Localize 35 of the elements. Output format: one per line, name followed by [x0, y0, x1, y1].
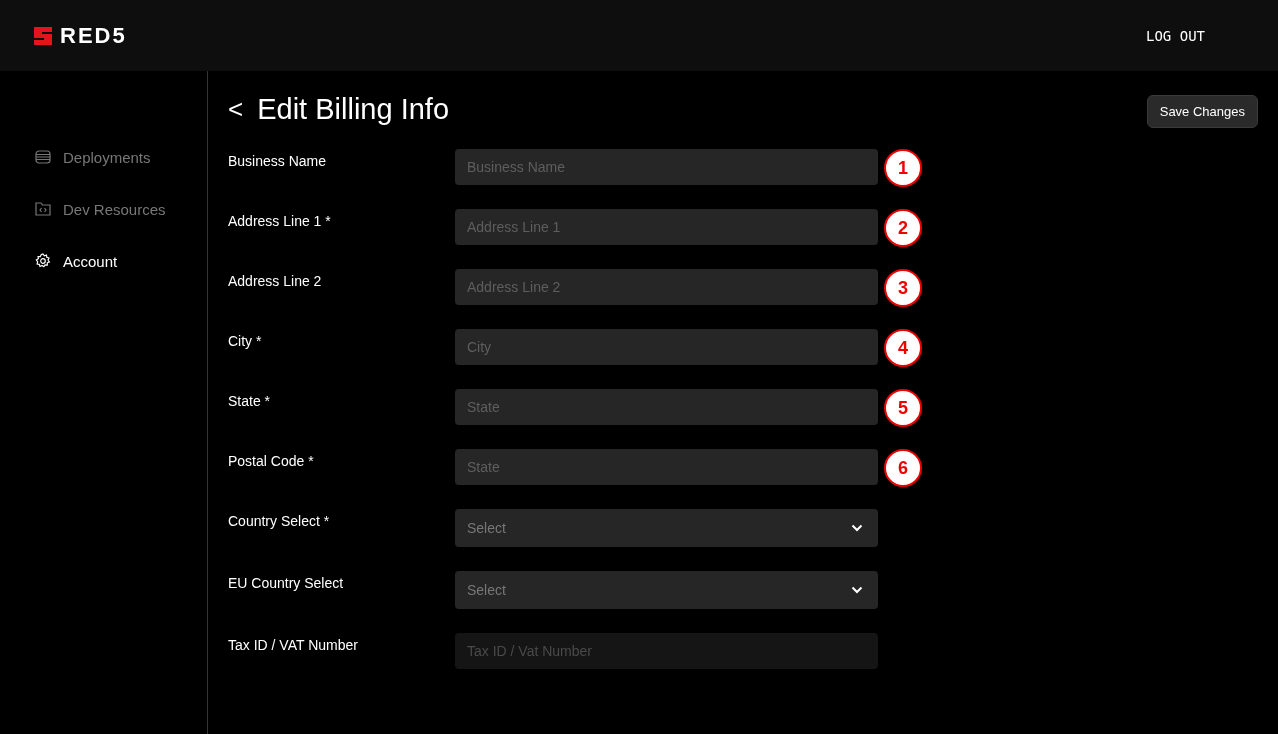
page-title: Edit Billing Info: [257, 93, 449, 126]
number-badge: 6: [884, 449, 922, 487]
field-label: State *: [228, 392, 272, 409]
input-field[interactable]: Address Line 1: [455, 209, 878, 245]
field-label: Business Name: [228, 152, 328, 169]
save-changes-button[interactable]: Save Changes: [1146, 95, 1258, 128]
input-field[interactable]: Business Name: [455, 149, 878, 185]
logo-icon: [34, 26, 52, 45]
number-badge: 4: [884, 329, 922, 367]
field-label: Tax ID / VAT Number: [228, 636, 359, 653]
number-badge: 1: [884, 149, 922, 187]
input-field[interactable]: Address Line 2: [455, 269, 878, 305]
chevron-down-icon: [851, 524, 863, 532]
number-badge: 2: [884, 209, 922, 247]
input-field[interactable]: State: [455, 389, 878, 425]
settings-icon: [35, 253, 51, 269]
folder-icon: [35, 202, 51, 216]
number-badge: 5: [884, 389, 922, 427]
field-label: Address Line 1 *: [228, 212, 332, 229]
logout-link[interactable]: LOG OUT: [1146, 27, 1205, 44]
logo-text[interactable]: RED5: [60, 22, 127, 49]
sidebar-item[interactable]: Account: [0, 235, 207, 287]
input-field[interactable]: City: [455, 329, 878, 365]
sidebar-item[interactable]: Dev Resources: [0, 183, 207, 235]
stack-icon: [35, 150, 51, 164]
field-label: Address Line 2: [228, 272, 323, 289]
field-label: Postal Code *: [228, 452, 315, 469]
sidebar-item[interactable]: Deployments: [0, 131, 207, 183]
field-label: Country Select *: [228, 512, 331, 529]
chevron-down-icon: [851, 586, 863, 594]
input-field[interactable]: State: [455, 449, 878, 485]
field-label: EU Country Select: [228, 574, 345, 591]
field-label: City *: [228, 332, 263, 349]
back-link[interactable]: <: [228, 94, 244, 125]
number-badge: 3: [884, 269, 922, 307]
